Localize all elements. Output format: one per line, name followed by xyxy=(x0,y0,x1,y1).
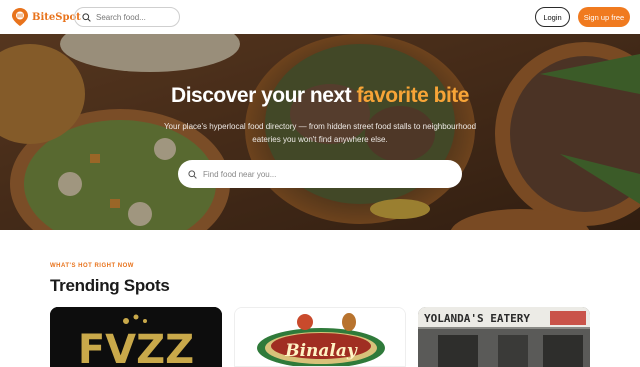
hero-search-placeholder: Find food near you... xyxy=(203,169,277,179)
spot-sign-text: YOLANDA'S EATERY xyxy=(424,312,530,325)
top-navbar: BiteSpot Search food... Login Sign up fr… xyxy=(0,0,640,34)
hero-title: Discover your next favorite bite xyxy=(0,84,640,108)
location-pin-icon xyxy=(12,8,28,26)
spot-card[interactable]: FVZZ xyxy=(50,307,222,367)
search-input[interactable]: Search food... xyxy=(74,7,180,27)
section-eyebrow: WHAT'S HOT RIGHT NOW xyxy=(50,263,134,269)
spot-card[interactable]: YOLANDA'S EATERY xyxy=(418,307,590,367)
section-title: Trending Spots xyxy=(50,276,170,295)
spot-card-image: Binalay xyxy=(235,308,405,366)
search-placeholder: Search food... xyxy=(96,12,146,22)
spot-logo-text: FVZZ xyxy=(78,327,194,367)
hero-title-accent: favorite bite xyxy=(356,84,469,107)
spot-card[interactable]: Binalay xyxy=(234,307,406,367)
brand-logo[interactable]: BiteSpot xyxy=(12,8,81,26)
hero-subtitle: Your place's hyperlocal food directory —… xyxy=(163,122,477,144)
search-icon xyxy=(188,169,197,179)
hero-title-prefix: Discover your next xyxy=(171,84,357,107)
spot-logo-text: Binalay xyxy=(284,341,358,361)
spot-card-image: FVZZ xyxy=(50,307,222,367)
hero-banner: Discover your next favorite bite Your pl… xyxy=(0,34,640,230)
login-button[interactable]: Login xyxy=(535,7,570,27)
spot-card-image: YOLANDA'S EATERY xyxy=(418,307,590,367)
hero-search-input[interactable]: Find food near you... xyxy=(178,160,462,188)
signup-button[interactable]: Sign up free xyxy=(578,7,630,27)
search-icon xyxy=(82,12,91,22)
